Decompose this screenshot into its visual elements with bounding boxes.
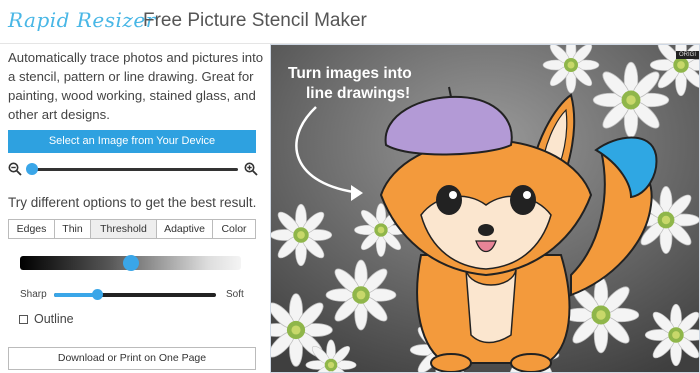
logo[interactable]: Rapid Resizer bbox=[8, 8, 156, 32]
mode-tabs: Edges Thin Threshold Adaptive Color bbox=[8, 219, 256, 239]
options-hint: Try different options to get the best re… bbox=[8, 195, 257, 210]
download-print-button[interactable]: Download or Print on One Page bbox=[8, 347, 256, 370]
zoom-in-icon[interactable] bbox=[244, 162, 258, 176]
image-preview[interactable]: ORIGI Turn images into line drawings! bbox=[270, 44, 700, 373]
outline-label: Outline bbox=[34, 312, 74, 326]
control-panel: Automatically trace photos and pictures … bbox=[0, 44, 265, 373]
zoom-handle[interactable] bbox=[26, 163, 38, 175]
tab-threshold[interactable]: Threshold bbox=[91, 220, 157, 238]
preview-caption-line2: line drawings! bbox=[306, 85, 411, 102]
zoom-out-icon[interactable] bbox=[8, 162, 22, 176]
sharp-label: Sharp bbox=[20, 289, 47, 300]
preview-caption-line1: Turn images into bbox=[288, 65, 412, 82]
page-title: Free Picture Stencil Maker bbox=[143, 10, 367, 31]
app-header: Rapid Resizer Free Picture Stencil Maker bbox=[0, 0, 700, 44]
select-image-button[interactable]: Select an Image from Your Device bbox=[8, 130, 256, 153]
tab-color[interactable]: Color bbox=[213, 220, 255, 238]
original-badge[interactable]: ORIGI bbox=[675, 51, 699, 59]
tab-adaptive[interactable]: Adaptive bbox=[157, 220, 213, 238]
soft-label: Soft bbox=[226, 289, 244, 300]
tab-edges[interactable]: Edges bbox=[9, 220, 55, 238]
threshold-slider-handle[interactable] bbox=[123, 255, 139, 271]
zoom-track[interactable] bbox=[30, 168, 238, 171]
sharpness-slider-handle[interactable] bbox=[92, 289, 103, 300]
zoom-slider-row bbox=[8, 162, 258, 178]
tab-thin[interactable]: Thin bbox=[55, 220, 91, 238]
outline-checkbox[interactable] bbox=[19, 315, 28, 324]
description-text: Automatically trace photos and pictures … bbox=[8, 50, 264, 122]
